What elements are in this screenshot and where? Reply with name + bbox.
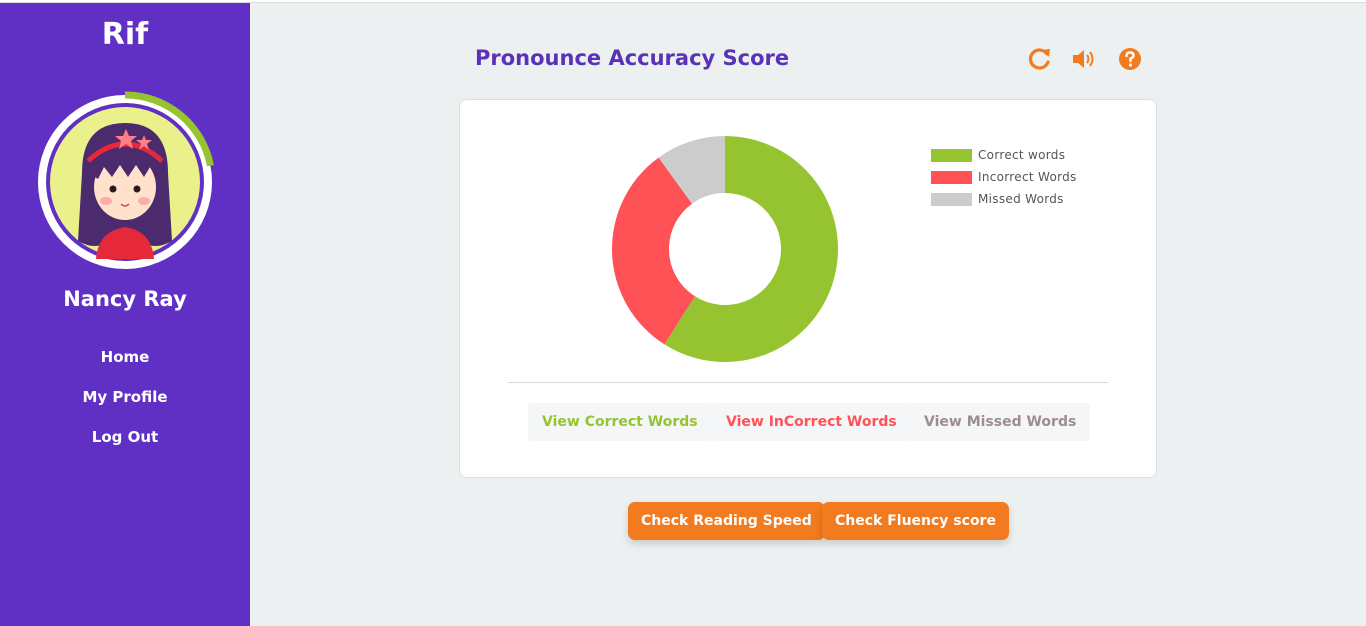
sidebar-item-log-out[interactable]: Log Out [0,427,250,467]
legend-swatch-correct [931,148,972,162]
volume-icon[interactable] [1071,46,1097,72]
legend-label-missed: Missed Words [978,192,1064,206]
accuracy-card: Correct words Incorrect Words Missed Wor… [459,99,1157,478]
check-fluency-score-button[interactable]: Check Fluency score [822,502,1009,540]
app-brand: Rif [101,17,149,52]
chart-legend: Correct words Incorrect Words Missed Wor… [931,144,1077,210]
accuracy-donut-chart [612,136,838,362]
check-reading-speed-button[interactable]: Check Reading Speed [628,502,825,540]
legend-item-incorrect[interactable]: Incorrect Words [931,166,1077,188]
legend-item-correct[interactable]: Correct words [931,144,1077,166]
sidebar-item-my-profile[interactable]: My Profile [0,387,250,427]
legend-item-missed[interactable]: Missed Words [931,188,1077,210]
page-title: Pronounce Accuracy Score [475,46,790,70]
user-name: Nancy Ray [63,287,187,311]
avatar[interactable] [34,91,216,273]
divider [508,382,1108,383]
refresh-icon[interactable] [1027,46,1053,72]
help-icon[interactable] [1117,46,1143,72]
legend-label-correct: Correct words [978,148,1066,162]
legend-swatch-missed [931,192,972,206]
legend-label-incorrect: Incorrect Words [978,170,1077,184]
view-incorrect-words-button[interactable]: View InCorrect Words [712,403,911,441]
view-correct-words-button[interactable]: View Correct Words [528,403,712,441]
sidebar-nav: Home My Profile Log Out [0,347,250,467]
legend-swatch-incorrect [931,170,972,184]
view-missed-words-button[interactable]: View Missed Words [910,403,1091,441]
sidebar: Rif Nancy Ray Home My Profile Log Out [0,3,250,626]
avatar-image [34,91,216,273]
sidebar-item-home[interactable]: Home [0,347,250,387]
